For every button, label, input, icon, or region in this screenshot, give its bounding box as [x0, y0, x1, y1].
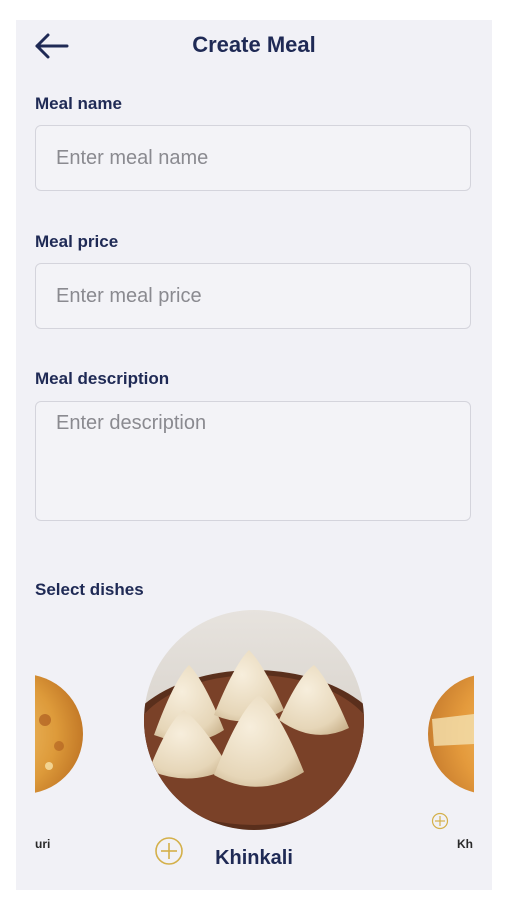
meal-name-label: Meal name — [35, 94, 122, 113]
meal-price-input[interactable] — [35, 263, 471, 329]
plus-circle-icon — [431, 812, 449, 830]
dish-image-khinkali[interactable] — [144, 610, 364, 830]
dish-image-left[interactable] — [35, 670, 127, 798]
dishes-carousel[interactable]: uri Khinkali Kh — [16, 610, 492, 890]
dish-name-left: uri — [35, 837, 51, 851]
page-title: Create Meal — [192, 32, 316, 57]
add-dish-right-button[interactable] — [431, 812, 449, 835]
selected-dish-name: Khinkali — [215, 847, 293, 869]
meal-name-input[interactable] — [35, 125, 471, 191]
meal-price-label: Meal price — [35, 232, 119, 251]
select-dishes-label: Select dishes — [35, 580, 144, 599]
meal-description-label: Meal description — [35, 369, 170, 388]
dish-image-right[interactable] — [426, 674, 474, 794]
header: Create Meal — [16, 20, 492, 72]
meal-description-input[interactable] — [35, 401, 471, 521]
dish-name-right: Kh — [457, 837, 473, 851]
create-meal-screen: Create Meal Meal name Meal price Meal de… — [16, 20, 492, 890]
